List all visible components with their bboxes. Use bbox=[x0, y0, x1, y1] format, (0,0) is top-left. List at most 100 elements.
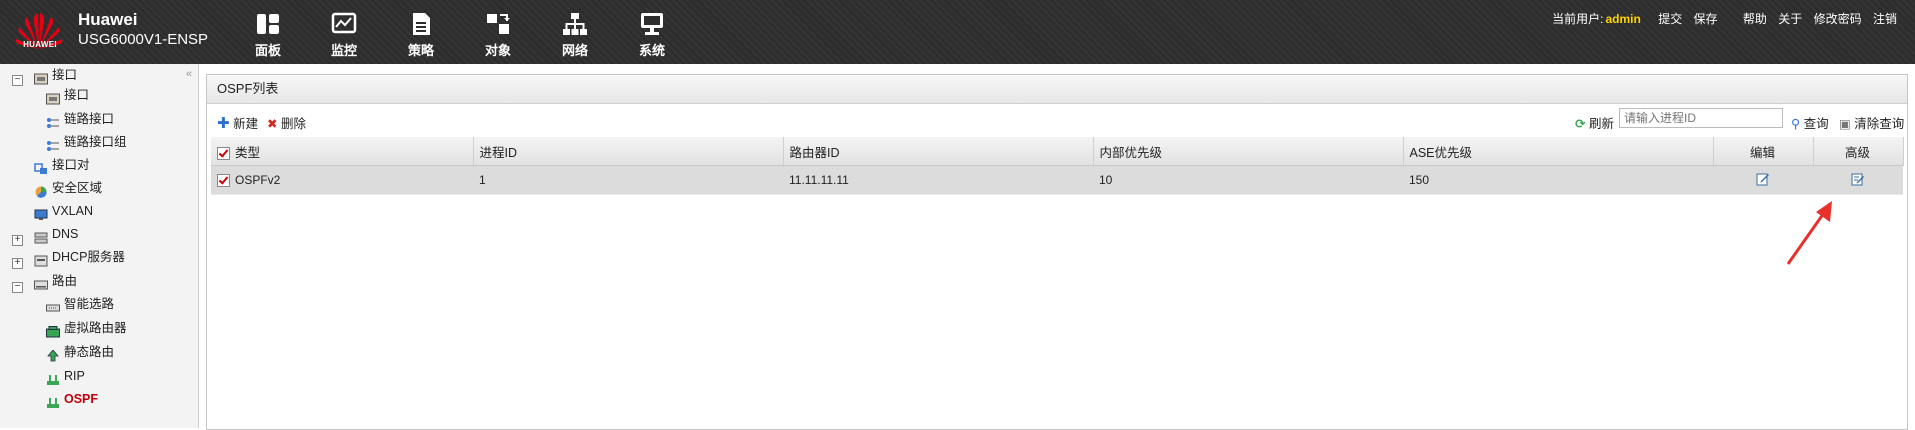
sidebar-item-link-interface[interactable]: 链路接口 bbox=[46, 108, 114, 130]
nav-label: 面板 bbox=[254, 43, 281, 58]
refresh-button[interactable]: ⟳ 刷新 bbox=[1575, 113, 1614, 132]
sidebar-item-label: DHCP服务器 bbox=[52, 250, 125, 264]
cell-edit bbox=[1713, 165, 1813, 195]
sidebar-item-vxlan[interactable]: VXLAN bbox=[34, 200, 93, 222]
sidebar-item-label: 智能选路 bbox=[64, 297, 115, 311]
ospf-list-panel: OSPF列表 ✚ 新建 ✖ 删除 ⟳ 刷新 ⚲ 查询 ▣ 清除查询 类型 bbox=[206, 74, 1908, 430]
column-label: 类型 bbox=[235, 145, 261, 160]
sidebar-item-label: DNS bbox=[52, 227, 79, 241]
sidebar-item-label: OSPF bbox=[64, 392, 99, 406]
nav-label: 对象 bbox=[484, 43, 511, 58]
cell-process-id: 1 bbox=[473, 165, 783, 195]
sidebar-item-label: 接口 bbox=[52, 68, 78, 82]
nav-policy[interactable]: 策略 bbox=[391, 12, 451, 59]
type-value: OSPFv2 bbox=[235, 172, 281, 187]
routing-icon bbox=[34, 276, 48, 290]
sidebar-item-interface[interactable]: 接口 bbox=[34, 64, 77, 86]
collapse-expander-icon[interactable]: − bbox=[12, 282, 23, 293]
sidebar-item-security-zone[interactable]: 安全区域 bbox=[34, 177, 102, 199]
column-header-router-id[interactable]: 路由器ID bbox=[783, 137, 1094, 166]
current-user-label: 当前用户: bbox=[1552, 12, 1604, 26]
logo-text: HUAWEI bbox=[23, 40, 57, 49]
row-checkbox[interactable] bbox=[217, 174, 230, 188]
column-header-internal-priority[interactable]: 内部优先级 bbox=[1093, 137, 1404, 166]
clear-query-icon: ▣ bbox=[1839, 117, 1851, 131]
sidebar-item-label: RIP bbox=[64, 369, 85, 383]
sidebar-item-rip[interactable]: RIP bbox=[46, 365, 85, 387]
sidebar-item-label: 安全区域 bbox=[52, 181, 103, 195]
sidebar-item-dns[interactable]: DNS bbox=[34, 223, 78, 245]
about-link[interactable]: 关于 bbox=[1778, 12, 1802, 26]
process-id-search-input[interactable] bbox=[1619, 108, 1783, 128]
link-interface-group-icon bbox=[46, 137, 60, 151]
column-header-ase-priority[interactable]: ASE优先级 bbox=[1403, 137, 1714, 166]
edit-icon[interactable] bbox=[1756, 172, 1770, 186]
sidebar-item-label: VXLAN bbox=[52, 204, 93, 218]
sidebar-item-routing[interactable]: 路由 bbox=[34, 270, 77, 292]
sidebar-item-smart-routing[interactable]: 智能选路 bbox=[46, 293, 114, 315]
column-header-process-id[interactable]: 进程ID bbox=[473, 137, 784, 166]
product-info: Huawei USG6000V1-ENSP bbox=[78, 10, 208, 50]
cell-internal-priority: 10 bbox=[1093, 165, 1403, 195]
query-button[interactable]: ⚲ 查询 bbox=[1791, 113, 1829, 132]
sidebar-item-static-route[interactable]: 静态路由 bbox=[46, 341, 114, 363]
delete-button[interactable]: ✖ 删除 bbox=[267, 113, 306, 132]
sidebar-item-label: 链路接口 bbox=[64, 112, 115, 126]
ospf-table: 类型 进程ID 路由器ID 内部优先级 ASE优先级 编辑 高级 OSPFv2 … bbox=[211, 137, 1904, 195]
sidebar-item-link-interface-group[interactable]: 链路接口组 bbox=[46, 131, 127, 153]
annotation-arrow-icon bbox=[1786, 201, 1832, 265]
clear-query-button[interactable]: ▣ 清除查询 bbox=[1839, 113, 1904, 132]
advanced-edit-icon[interactable] bbox=[1851, 172, 1865, 186]
nav-system[interactable]: 系统 bbox=[622, 12, 682, 59]
collapse-sidebar-icon[interactable]: « bbox=[186, 68, 192, 80]
dhcp-server-icon bbox=[34, 252, 48, 267]
nav-dashboard[interactable]: 面板 bbox=[238, 12, 298, 59]
nav-label: 系统 bbox=[638, 43, 665, 58]
sidebar-item-ospf[interactable]: OSPF bbox=[46, 388, 98, 410]
panel-title: OSPF列表 bbox=[207, 75, 1907, 104]
logout-link[interactable]: 注销 bbox=[1873, 12, 1897, 26]
nav-object[interactable]: 对象 bbox=[468, 12, 528, 59]
query-label: 查询 bbox=[1803, 117, 1829, 131]
security-zone-icon bbox=[34, 183, 48, 198]
nav-label: 策略 bbox=[407, 43, 434, 58]
table-header-row: 类型 进程ID 路由器ID 内部优先级 ASE优先级 编辑 高级 bbox=[211, 137, 1904, 166]
submit-link[interactable]: 提交 bbox=[1658, 12, 1682, 26]
column-header-edit: 编辑 bbox=[1713, 137, 1814, 166]
ospf-icon bbox=[46, 394, 60, 408]
virtual-router-icon bbox=[46, 323, 60, 338]
sidebar-item-label: 链路接口组 bbox=[64, 135, 127, 149]
column-header-type[interactable]: 类型 bbox=[211, 137, 474, 166]
policy-icon bbox=[413, 13, 430, 35]
sidebar-item-label: 接口 bbox=[64, 88, 90, 102]
sidebar-item-dhcp-server[interactable]: DHCP服务器 bbox=[34, 246, 125, 268]
refresh-label: 刷新 bbox=[1588, 117, 1614, 131]
sidebar-item-label: 静态路由 bbox=[64, 345, 115, 359]
sidebar-item-interface-child[interactable]: 接口 bbox=[46, 84, 89, 106]
save-link[interactable]: 保存 bbox=[1694, 12, 1718, 26]
sidebar-nav-tree: « − 接口 接口 链路接口 链路接口组 接口对 安全区域 VXLAN + DN… bbox=[0, 64, 199, 428]
interface-icon bbox=[34, 70, 48, 85]
change-password-link[interactable]: 修改密码 bbox=[1814, 12, 1862, 26]
delete-icon: ✖ bbox=[267, 117, 278, 131]
nav-network[interactable]: 网络 bbox=[545, 12, 605, 59]
nav-monitor[interactable]: 监控 bbox=[314, 12, 374, 59]
refresh-icon: ⟳ bbox=[1575, 117, 1586, 131]
new-button[interactable]: ✚ 新建 bbox=[217, 113, 258, 132]
search-icon: ⚲ bbox=[1791, 117, 1801, 131]
collapse-expander-icon[interactable]: − bbox=[12, 75, 23, 86]
cell-ase-priority: 150 bbox=[1403, 165, 1713, 195]
brand-name: Huawei bbox=[78, 10, 138, 29]
expand-expander-icon[interactable]: + bbox=[12, 235, 23, 246]
sidebar-item-virtual-router[interactable]: 虚拟路由器 bbox=[46, 317, 127, 339]
sidebar-item-interface-pair[interactable]: 接口对 bbox=[34, 154, 90, 176]
vxlan-icon bbox=[34, 206, 48, 220]
help-link[interactable]: 帮助 bbox=[1743, 12, 1767, 26]
interface-pair-icon bbox=[34, 160, 48, 174]
table-row[interactable]: OSPFv2 1 11.11.11.11 10 150 bbox=[211, 165, 1903, 195]
select-all-checkbox[interactable] bbox=[217, 146, 230, 160]
object-icon bbox=[487, 14, 510, 34]
username: admin bbox=[1605, 12, 1641, 26]
expand-expander-icon[interactable]: + bbox=[12, 258, 23, 269]
dashboard-icon bbox=[257, 14, 279, 34]
